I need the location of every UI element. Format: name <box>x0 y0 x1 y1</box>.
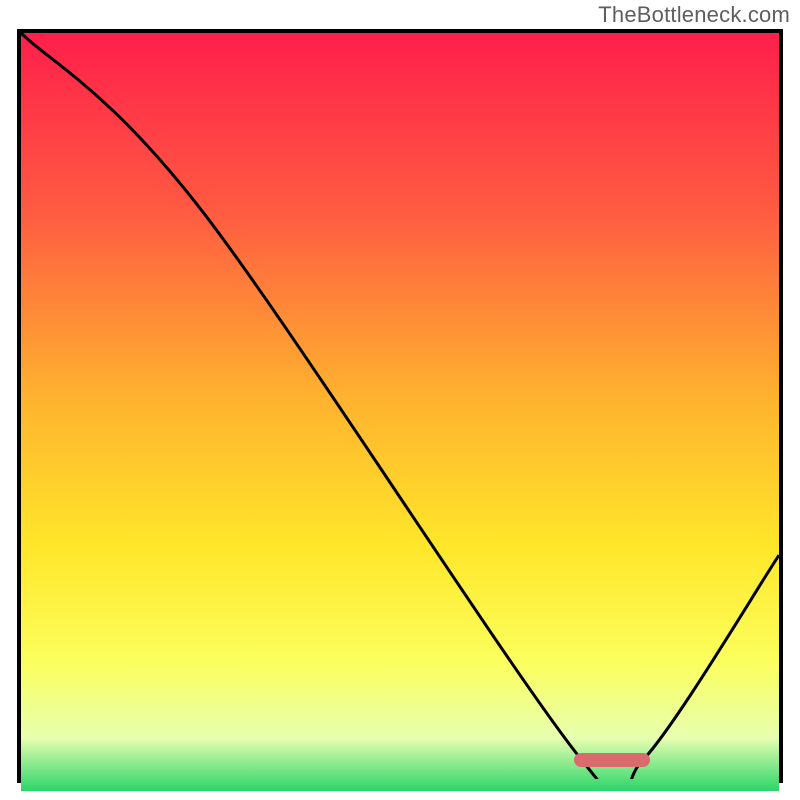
chart-frame: TheBottleneck.com <box>0 0 800 800</box>
watermark-text: TheBottleneck.com <box>598 2 790 28</box>
plot-area <box>17 29 783 783</box>
curve-path <box>21 33 779 779</box>
bottleneck-curve <box>21 33 779 779</box>
target-range-marker <box>574 753 650 767</box>
